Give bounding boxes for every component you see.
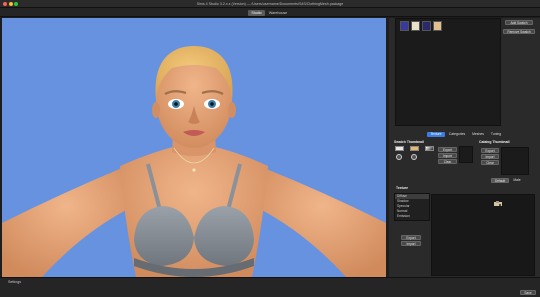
catalog-thumbnail-preview <box>501 147 529 175</box>
texture-item-shadow[interactable]: Shadow <box>395 199 429 204</box>
swatch-clear-button[interactable]: Clear <box>438 159 457 164</box>
properties-pane: Add Swatch Remove Swatch Texture Categor… <box>389 18 540 277</box>
swatch-thumbnail-preview <box>459 146 473 163</box>
swatch-thumbnail[interactable] <box>411 21 420 31</box>
add-swatch-button[interactable]: Add Swatch <box>505 20 533 25</box>
texture-list: Diffuse Shadow Specular Normal Emission <box>394 193 430 221</box>
tab-warehouse[interactable]: Warehouse <box>266 10 290 16</box>
save-button[interactable]: Save <box>520 290 536 295</box>
swatch-thumbnail[interactable] <box>422 21 431 31</box>
swatch-import-button[interactable]: Import <box>438 153 457 158</box>
texture-item-specular[interactable]: Specular <box>395 204 429 209</box>
swatch-color-1[interactable] <box>395 146 404 151</box>
texture-preview <box>431 194 535 276</box>
texture-import-button[interactable]: Import <box>401 241 421 246</box>
swatch-export-button[interactable]: Export <box>438 147 457 152</box>
catalog-default-button[interactable]: Default <box>491 178 509 183</box>
texture-item-emission[interactable]: Emission <box>395 214 429 219</box>
sim-model-render <box>2 46 386 277</box>
tab-studio[interactable]: Studio <box>248 9 265 16</box>
swatch-thumbnail[interactable] <box>433 21 442 31</box>
swatch-color-2[interactable] <box>410 146 419 151</box>
tab-tuning[interactable]: Tuning <box>488 132 504 137</box>
texture-export-button[interactable]: Export <box>401 235 421 240</box>
tab-texture[interactable]: Texture <box>427 132 445 137</box>
tab-meshes[interactable]: Meshes <box>469 132 487 137</box>
texture-item-normal[interactable]: Normal <box>395 209 429 214</box>
window-title: Sims 4 Studio 3.2.x.x (Version) — /Users… <box>196 2 344 6</box>
catalog-clear-button[interactable]: Clear <box>481 160 499 165</box>
swatch-thumbnail[interactable] <box>400 21 409 31</box>
catalog-thumbnail-title: Catalog Thumbnail <box>479 140 510 144</box>
swatch-thumbnail-title: Swatch Thumbnail <box>394 140 424 144</box>
status-bar: Settings Save <box>0 277 540 297</box>
texture-section-title: Texture <box>396 186 408 190</box>
3d-viewport[interactable] <box>2 18 386 277</box>
swatch-panel <box>395 18 501 126</box>
settings-button[interactable]: Settings <box>8 280 21 284</box>
remove-swatch-button[interactable]: Remove Swatch <box>503 29 535 34</box>
texture-image-icon <box>494 201 502 206</box>
color-picker-icon[interactable] <box>411 154 417 160</box>
color-picker-icon[interactable] <box>396 154 402 160</box>
title-bar: Sims 4 Studio 3.2.x.x (Version) — /Users… <box>0 0 540 8</box>
texture-item-diffuse[interactable]: Diffuse <box>395 194 429 199</box>
catalog-male-option[interactable]: Male <box>510 178 524 183</box>
swatch-color-3[interactable] <box>425 146 434 151</box>
mode-tab-bar: Studio Warehouse <box>0 8 540 17</box>
tab-categories[interactable]: Categories <box>446 132 468 137</box>
catalog-import-button[interactable]: Import <box>481 154 499 159</box>
catalog-export-button[interactable]: Export <box>481 148 499 153</box>
